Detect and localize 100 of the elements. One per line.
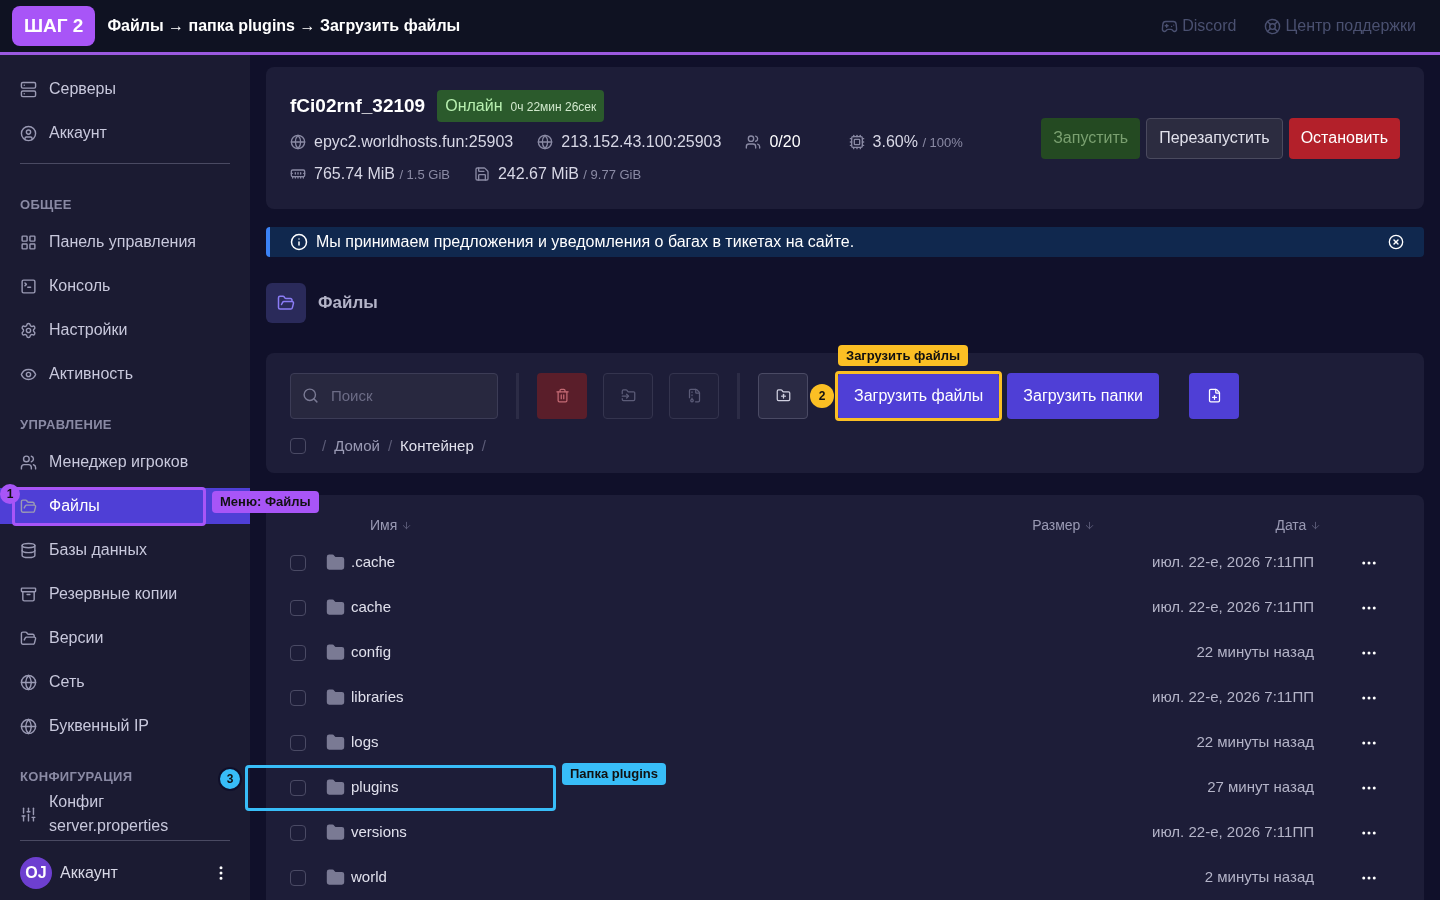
sort-arrow-icon	[1084, 519, 1096, 531]
annotation-label: Загрузить файлы	[838, 344, 968, 366]
banner-text: Мы принимаем предложения и уведомления о багах в тикетах на сайте.	[316, 231, 856, 252]
player-count: 0/20	[769, 132, 801, 152]
sidebar-item[interactable]: Базы данных	[0, 532, 250, 568]
sidebar-item[interactable]: Конфиг server.properties	[0, 796, 250, 832]
file-name[interactable]: cache	[351, 596, 1153, 619]
breadcrumb-separator: /	[322, 435, 327, 456]
sidebar-item[interactable]: Активность	[0, 356, 250, 392]
row-checkbox[interactable]	[290, 869, 306, 886]
database-icon	[20, 541, 37, 559]
sidebar-item[interactable]: Серверы	[0, 71, 250, 107]
breadcrumb-link[interactable]: Домой	[334, 434, 380, 457]
upload-button[interactable]: Загрузить файлы	[838, 372, 1000, 419]
upload-button[interactable]: Загрузить папки	[1007, 372, 1159, 419]
sliders-icon	[20, 805, 37, 823]
new-file-button[interactable]	[1189, 372, 1239, 419]
globe-icon	[537, 134, 554, 150]
stop-button[interactable]: Остановить	[1288, 117, 1400, 159]
trash-icon	[554, 388, 570, 403]
row-checkbox[interactable]	[290, 554, 306, 571]
close-icon[interactable]	[1388, 233, 1404, 250]
terminal-icon	[20, 277, 37, 295]
breadcrumb-link[interactable]: Контейнер	[400, 434, 474, 457]
globe-icon	[20, 673, 37, 691]
row-checkbox[interactable]	[290, 689, 306, 706]
sidebar-item[interactable]: Аккаунт	[0, 115, 250, 151]
memory-icon	[290, 166, 306, 182]
breadcrumb-separator: /	[481, 435, 486, 456]
folder-icon	[20, 629, 37, 647]
row-checkbox[interactable]	[290, 779, 306, 796]
column-header[interactable]: Дата	[1275, 514, 1322, 536]
server-name: fCi02rnf_32109	[290, 93, 426, 118]
sidebar-item[interactable]: Версии	[0, 620, 250, 656]
folder-icon	[20, 497, 37, 515]
annotation-label: Папка plugins	[562, 763, 666, 785]
grid-icon	[20, 233, 37, 251]
sidebar-item[interactable]: Буквенный IP	[0, 708, 250, 744]
step-badge: ШАГ 2	[12, 5, 96, 47]
column-header[interactable]: Имя	[370, 514, 413, 536]
folder-arrow-icon	[620, 388, 636, 403]
sidebar-item[interactable]: Резервные копии	[0, 576, 250, 612]
select-all-checkbox[interactable]	[290, 437, 306, 454]
file-name[interactable]: config	[351, 641, 1197, 664]
section-heading: КОНФИГУРАЦИЯ	[20, 769, 133, 784]
column-header[interactable]: Размер	[1032, 514, 1096, 536]
restart-button[interactable]: Перезапустить	[1146, 117, 1283, 159]
page-title: Файлы	[318, 291, 378, 314]
sidebar-item[interactable]: Настройки	[0, 312, 250, 348]
sidebar-item[interactable]: Панель управления	[0, 224, 250, 260]
folder-icon	[326, 823, 345, 842]
step-badge: 2	[810, 383, 834, 408]
file-archive-icon	[686, 388, 702, 403]
server-icon	[20, 80, 37, 98]
file-date: июл. 22-е, 2026 7:11ПП	[1152, 687, 1314, 708]
row-checkbox[interactable]	[290, 734, 306, 751]
folder-icon	[326, 688, 345, 707]
search-field[interactable]: Поиск	[290, 372, 498, 419]
server-ip: 213.152.43.100:25903	[561, 132, 722, 152]
folder-plus-icon	[775, 388, 791, 403]
memory-usage: 765.74 MiB / 1.5 GiB	[314, 164, 450, 184]
cpu-icon	[848, 134, 865, 150]
folder-icon	[326, 553, 345, 572]
file-plus-icon	[1206, 388, 1222, 403]
folder-icon	[326, 598, 345, 617]
users-icon	[20, 453, 37, 471]
file-date: 27 минут назад	[1207, 777, 1314, 798]
file-date: 22 минуты назад	[1196, 732, 1314, 753]
account-label: Аккаунт	[60, 863, 119, 883]
row-checkbox[interactable]	[290, 644, 306, 661]
users-icon	[745, 134, 762, 150]
new-folder-button[interactable]	[758, 372, 808, 419]
file-date: 22 минуты назад	[1196, 642, 1314, 663]
server-address: epyc2.worldhosts.fun:25903	[314, 132, 514, 152]
sidebar-item[interactable]: Консоль	[0, 268, 250, 304]
file-name[interactable]: libraries	[351, 686, 1153, 709]
file-name[interactable]: versions	[351, 821, 1153, 844]
disk-usage: 242.67 MiB / 9.77 GiB	[497, 164, 642, 184]
section-heading: УПРАВЛЕНИЕ	[20, 417, 112, 432]
row-checkbox[interactable]	[290, 599, 306, 616]
info-icon	[290, 232, 308, 251]
file-name[interactable]: .cache	[351, 551, 1153, 574]
annotation-label: Меню: Файлы	[212, 491, 319, 513]
sidebar-item[interactable]: Менеджер игроков	[0, 444, 250, 480]
file-name[interactable]: logs	[351, 731, 1197, 754]
sort-arrow-icon	[401, 519, 413, 531]
section-heading: ОБЩЕЕ	[20, 197, 72, 212]
settings-icon	[20, 321, 37, 339]
folder-tile-icon	[266, 282, 306, 323]
globe-icon	[20, 717, 37, 735]
sidebar-item[interactable]: Сеть	[0, 664, 250, 700]
file-date: июл. 22-е, 2026 7:11ПП	[1152, 822, 1314, 843]
avatar[interactable]: OJ	[20, 857, 52, 889]
folder-icon	[326, 733, 345, 752]
globe-icon	[290, 134, 306, 150]
step-path: Файлы → папка plugins → Загрузить файлы	[107, 16, 461, 36]
archive-icon	[20, 585, 37, 603]
row-checkbox[interactable]	[290, 824, 306, 841]
folder-icon	[326, 643, 345, 662]
file-name[interactable]: world	[351, 866, 1205, 889]
